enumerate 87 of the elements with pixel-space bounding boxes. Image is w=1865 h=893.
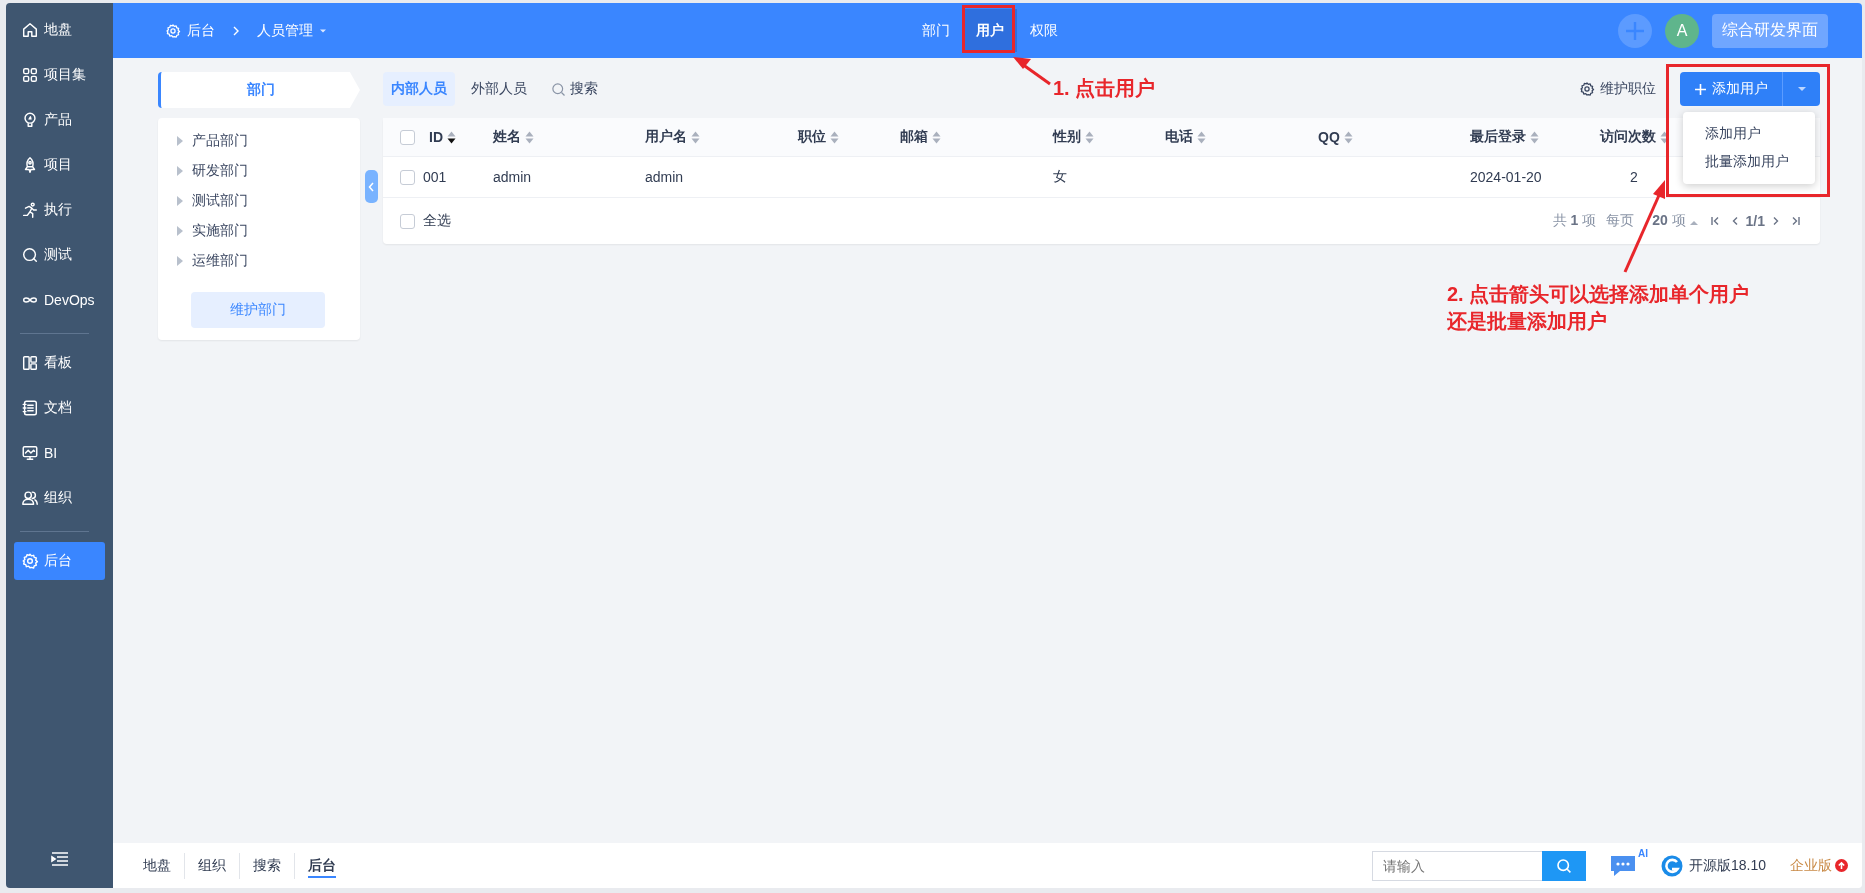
caret-icon xyxy=(1797,86,1806,92)
select-all-label[interactable]: 全选 xyxy=(423,212,451,230)
tree-item[interactable]: 研发部门 xyxy=(176,162,360,180)
column-header: ID xyxy=(429,129,443,145)
sort-icon[interactable] xyxy=(447,130,456,144)
logo-icon xyxy=(1659,853,1684,878)
bottom-tab[interactable]: 搜索 xyxy=(239,852,294,879)
sidebar-item[interactable]: 产品 xyxy=(14,101,105,139)
row-checkbox[interactable] xyxy=(400,169,415,185)
document-icon xyxy=(21,399,39,417)
sidebar-item[interactable]: 项目 xyxy=(14,146,105,184)
table-cell: 001 xyxy=(423,169,447,185)
people-icon xyxy=(21,489,39,507)
sidebar-item[interactable]: 执行 xyxy=(14,191,105,229)
page-indicator: 1/1 xyxy=(1745,213,1765,229)
ai-label: AI xyxy=(1637,847,1648,859)
header-checkbox[interactable] xyxy=(400,129,415,145)
column-header: 最后登录 xyxy=(1470,128,1526,146)
runner-icon xyxy=(21,201,39,219)
maintain-positions-button[interactable]: 维护职位 xyxy=(1573,79,1662,99)
bottom-tab[interactable]: 地盘 xyxy=(130,852,184,879)
edition-label: 开源版18.10 xyxy=(1688,856,1766,875)
tree-item[interactable]: 运维部门 xyxy=(176,252,360,270)
caret-icon xyxy=(319,27,327,34)
expand-icon[interactable] xyxy=(176,256,184,266)
table-cell: admin xyxy=(645,169,684,185)
monitor-icon xyxy=(21,444,39,462)
column-header: 姓名 xyxy=(493,128,521,146)
select-all-checkbox[interactable] xyxy=(400,213,415,229)
search-icon xyxy=(551,81,566,97)
menu-item[interactable]: 添加用户 xyxy=(1683,120,1815,148)
page-size-selector[interactable]: 每页 20 项 xyxy=(1606,212,1698,230)
gear-icon xyxy=(1579,81,1595,97)
bottom-tab[interactable]: 后台 xyxy=(294,852,349,879)
gear-icon xyxy=(165,22,181,39)
sidebar-item[interactable]: 文档 xyxy=(14,389,105,427)
sidebar-item[interactable]: 测试 xyxy=(14,236,105,274)
column-header: 职位 xyxy=(798,128,826,146)
total-count: 共 1 项 xyxy=(1552,212,1597,230)
table-cell: admin xyxy=(493,169,532,185)
bottom-tab[interactable]: 组织 xyxy=(184,852,239,879)
expand-icon[interactable] xyxy=(176,136,184,146)
grid-icon xyxy=(21,66,39,84)
dropdown-toggle[interactable] xyxy=(1782,72,1820,106)
table-cell: 2 xyxy=(1630,169,1638,185)
home-icon xyxy=(21,21,39,39)
column-header: 邮箱 xyxy=(900,128,928,146)
collapse-handle[interactable] xyxy=(365,170,378,203)
column-header: 性别 xyxy=(1053,128,1081,146)
tree-item[interactable]: 产品部门 xyxy=(176,132,360,150)
user-tab[interactable]: 外部人员 xyxy=(463,72,535,106)
annotation-arrow xyxy=(1013,57,1051,86)
board-icon xyxy=(21,354,39,372)
bulb-icon xyxy=(21,111,39,129)
search-field[interactable]: 请输入 xyxy=(1371,850,1542,881)
column-header: 电话 xyxy=(1165,128,1193,146)
gear-icon xyxy=(21,552,39,570)
search-icon xyxy=(21,246,39,264)
tree-item[interactable]: 实施部门 xyxy=(176,222,360,240)
plus-icon xyxy=(1694,82,1707,96)
expand-icon[interactable] xyxy=(176,166,184,176)
search-icon[interactable] xyxy=(1541,850,1586,881)
search-button[interactable]: 搜索 xyxy=(543,80,606,98)
sidebar-item[interactable]: 组织 xyxy=(14,479,105,517)
sidebar-item[interactable]: 项目集 xyxy=(14,56,105,94)
panel-title: 部门 xyxy=(158,72,360,108)
sidebar-item[interactable]: 看板 xyxy=(14,344,105,382)
sidebar-item[interactable]: BI xyxy=(14,434,105,472)
upgrade-icon xyxy=(1835,859,1848,872)
sidebar-item[interactable]: 地盘 xyxy=(14,11,105,49)
tree-item[interactable]: 测试部门 xyxy=(176,192,360,210)
expand-icon[interactable] xyxy=(176,196,184,206)
annotation-text: 2. 点击箭头可以选择添加单个用户 xyxy=(1447,282,1750,307)
column-header: 访问次数 xyxy=(1599,128,1656,146)
table-cell: 2024-01-20 xyxy=(1470,169,1542,185)
add-icon[interactable] xyxy=(1618,13,1652,48)
caret-icon xyxy=(1689,220,1698,225)
menu-item[interactable]: 批量添加用户 xyxy=(1683,148,1815,176)
add-user-button[interactable]: 添加用户 xyxy=(1680,72,1782,106)
column-header: QQ xyxy=(1318,129,1340,145)
table-cell: 女 xyxy=(1053,168,1067,186)
column-header: 用户名 xyxy=(645,128,687,146)
expand-icon[interactable] xyxy=(176,226,184,236)
annotation-text: 还是批量添加用户 xyxy=(1447,309,1608,334)
highlight-frame xyxy=(962,5,1015,53)
sidebar-item[interactable]: DevOps xyxy=(14,281,105,319)
annotation-text: 1. 点击用户 xyxy=(1053,76,1156,101)
